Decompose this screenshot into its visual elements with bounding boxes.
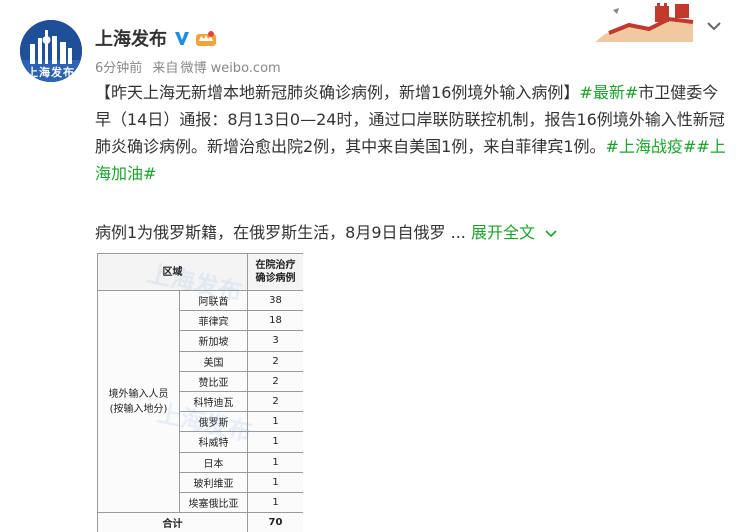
name-row: 上海发布 bbox=[95, 25, 217, 51]
table-region-line1: 境外输入人员 bbox=[108, 388, 169, 400]
post-text: 【昨天上海无新增本地新冠肺炎确诊病例，新增16例境外输入病例】#最新#市卫健委今… bbox=[95, 79, 730, 187]
table-count-cell: 1 bbox=[247, 411, 303, 433]
table-count-cell: 3 bbox=[247, 330, 303, 352]
headline-bracket-close: 】 bbox=[563, 83, 580, 102]
post-source[interactable]: 微博 weibo.com bbox=[180, 61, 280, 76]
table-country-cell: 阿联酋 bbox=[179, 289, 248, 312]
table-count-cell: 2 bbox=[247, 390, 303, 413]
great-wall-banner-icon bbox=[595, 0, 695, 42]
table-country-cell: 美国 bbox=[179, 350, 248, 372]
table-count-cell: 1 bbox=[247, 491, 303, 514]
chevron-down-icon bbox=[707, 22, 721, 31]
table-count-cell: 1 bbox=[247, 431, 303, 453]
table-header-region: 区域 bbox=[97, 253, 248, 291]
account-name[interactable]: 上海发布 bbox=[95, 25, 167, 51]
member-crown-icon[interactable] bbox=[195, 29, 217, 47]
table-count-cell: 2 bbox=[247, 350, 303, 372]
source-prefix: 来自 bbox=[152, 61, 179, 76]
table-country-cell: 俄罗斯 bbox=[179, 411, 248, 433]
table-header-count-line2: 确诊病例 bbox=[255, 273, 296, 284]
headline-bracket-open: 【 bbox=[95, 83, 112, 102]
table-country-cell: 科特迪瓦 bbox=[179, 390, 248, 413]
post-headline: 昨天上海无新增本地新冠肺炎确诊病例，新增16例境外输入病例 bbox=[111, 83, 564, 102]
table-count-cell: 18 bbox=[247, 310, 303, 332]
post-meta: 6分钟前 来自 微博 weibo.com bbox=[95, 57, 287, 76]
case-table-image[interactable]: 区域 在院治疗确诊病例 境外输入人员 (按输入地分) 阿联酋 38 菲律宾 18 新加坡 3 美… bbox=[97, 253, 303, 532]
more-options-button[interactable] bbox=[700, 12, 728, 40]
table-count-cell: 1 bbox=[247, 451, 303, 473]
table-country-cell: 埃塞俄比亚 bbox=[179, 491, 248, 514]
table-total-row: 合计 70 bbox=[97, 512, 303, 532]
avatar-label: 上海发布 bbox=[27, 66, 75, 79]
table-header-count: 在院治疗 确诊病例 bbox=[247, 253, 303, 291]
post-excerpt-line: 病例1为俄罗斯籍，在俄罗斯生活，8月9日自俄罗 ... 展开全文 bbox=[95, 219, 730, 246]
weibo-post: 上海发布 上海发布 6分钟前 来自 微博 weibo.com 【昨天上海无新增本… bbox=[0, 0, 745, 532]
post-excerpt: 病例1为俄罗斯籍，在俄罗斯生活，8月9日自俄罗 ... bbox=[95, 223, 466, 242]
table-count-cell: 38 bbox=[247, 289, 303, 312]
case-table: 区域 在院治疗确诊病例 境外输入人员 (按输入地分) 阿联酋 38 菲律宾 18 新加坡 3 美… bbox=[97, 253, 303, 532]
verified-v-icon[interactable] bbox=[173, 29, 191, 47]
table-count-cell: 1 bbox=[247, 471, 303, 493]
table-country-cell: 日本 bbox=[179, 451, 248, 473]
avatar[interactable]: 上海发布 bbox=[20, 20, 82, 82]
table-count-cell: 2 bbox=[247, 370, 303, 392]
table-header-row: 区域 在院治疗确诊病例 bbox=[97, 253, 303, 291]
table-country-cell: 新加坡 bbox=[179, 330, 248, 352]
table-row: 境外输入人员 (按输入地分) 阿联酋 38 bbox=[97, 289, 303, 514]
expand-full-text-link[interactable]: 展开全文 bbox=[471, 223, 535, 242]
post-time[interactable]: 6分钟前 bbox=[95, 61, 142, 76]
table-header-count-line1: 在院治疗 bbox=[255, 260, 296, 271]
table-country-cell: 科威特 bbox=[179, 431, 248, 453]
table-country-cell: 菲律宾 bbox=[179, 310, 248, 332]
table-country-cell: 玻利维亚 bbox=[179, 471, 248, 493]
table-region-cell: 境外输入人员 (按输入地分) bbox=[97, 289, 180, 514]
table-total-value: 70 bbox=[247, 512, 303, 532]
table-country-cell: 赞比亚 bbox=[179, 370, 248, 392]
hashtag-shanghai-fight[interactable]: #上海战疫# bbox=[606, 137, 697, 156]
expand-chevron-down-icon[interactable] bbox=[545, 229, 557, 238]
table-body: 境外输入人员 (按输入地分) 阿联酋 38 菲律宾 18 新加坡 3 美国 2 赞比亚 2 科特迪瓦 2 俄… bbox=[97, 289, 303, 514]
hashtag-latest[interactable]: #最新# bbox=[579, 83, 638, 102]
table-region-line2: (按输入地分) bbox=[109, 403, 168, 415]
post-header: 上海发布 上海发布 6分钟前 来自 微博 weibo.com bbox=[0, 0, 745, 82]
table-total-label: 合计 bbox=[97, 512, 248, 532]
